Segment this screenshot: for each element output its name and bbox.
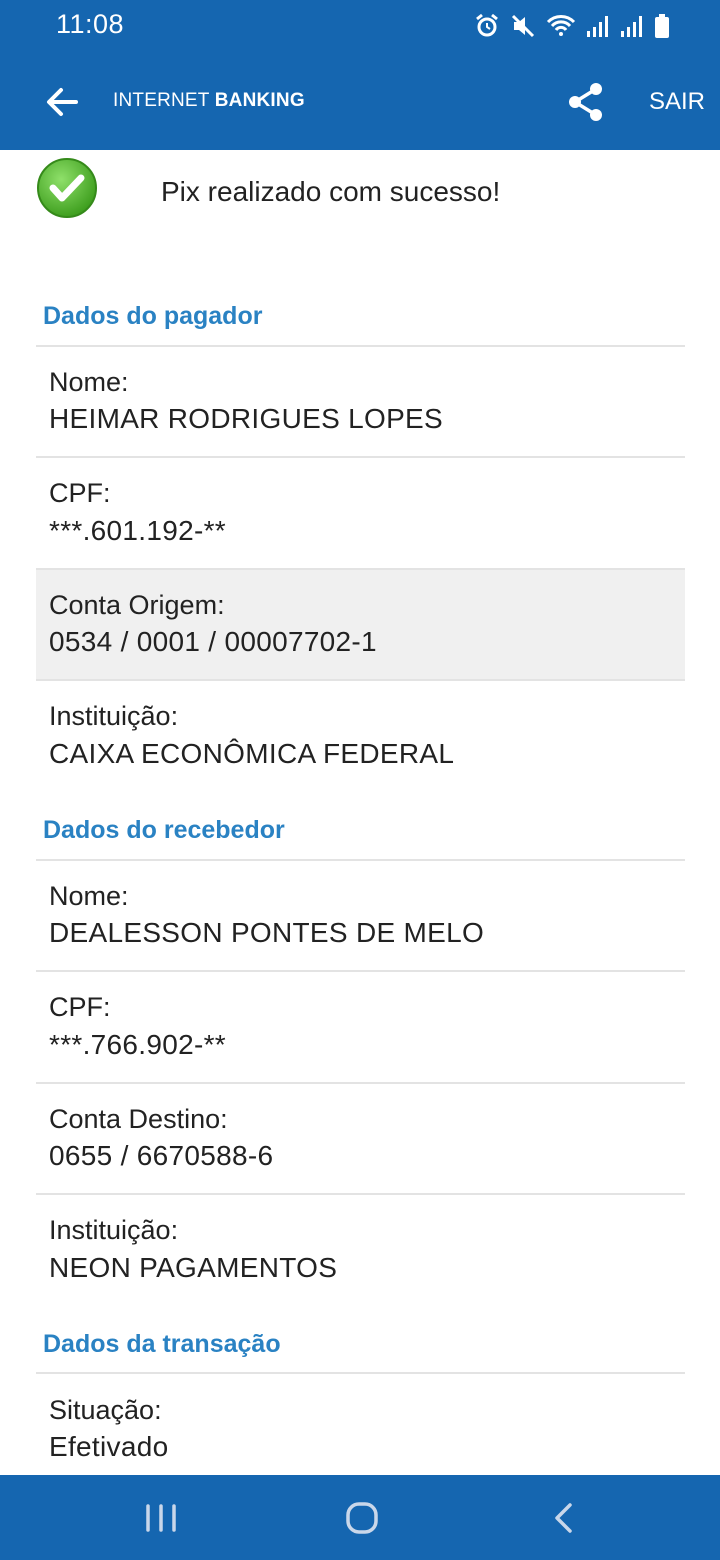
battery-icon	[654, 13, 670, 39]
payer-institution-value: CAIXA ECONÔMICA FEDERAL	[49, 738, 455, 769]
receiver-section-title: Dados do recebedor	[43, 816, 285, 844]
status-time: 11:08	[56, 9, 125, 39]
payer-institution-row: Instituição: CAIXA ECONÔMICA FEDERAL	[36, 681, 685, 791]
receiver-cpf-label: CPF:	[49, 992, 111, 1022]
receiver-institution-value: NEON PAGAMENTOS	[49, 1252, 338, 1283]
back-button[interactable]	[42, 82, 82, 122]
payer-cpf-label: CPF:	[49, 478, 111, 508]
receiver-cpf-value: ***.766.902-**	[49, 1029, 226, 1060]
app-bar: INTERNET BANKING SAIR	[0, 52, 720, 150]
receiver-cpf-row: CPF: ***.766.902-**	[36, 972, 685, 1082]
share-icon	[569, 83, 602, 121]
status-icons	[474, 12, 670, 40]
app-title-bold: BANKING	[214, 90, 305, 111]
home-button[interactable]	[337, 1495, 387, 1541]
success-message: Pix realizado com sucesso!	[161, 176, 501, 207]
receiver-name-row: Nome: DEALESSON PONTES DE MELO	[36, 861, 685, 970]
back-icon	[555, 1503, 572, 1533]
receipt-content[interactable]: Pix realizado com sucesso! Dados do paga…	[0, 150, 720, 1475]
transaction-status-label: Situação:	[49, 1395, 162, 1425]
transaction-status-value: Efetivado	[49, 1431, 169, 1462]
signal-icon	[620, 13, 644, 39]
check-circle-icon	[37, 158, 97, 218]
receiver-name-value: DEALESSON PONTES DE MELO	[49, 917, 485, 948]
success-banner: Pix realizado com sucesso!	[0, 150, 720, 250]
alarm-icon	[474, 13, 500, 39]
receiver-institution-row: Instituição: NEON PAGAMENTOS	[36, 1195, 685, 1305]
receiver-account-value: 0655 / 6670588-6	[49, 1140, 274, 1171]
payer-name-value: HEIMAR RODRIGUES LOPES	[49, 403, 444, 434]
mute-icon	[510, 13, 536, 39]
recent-apps-button[interactable]	[136, 1495, 186, 1541]
system-back-button[interactable]	[538, 1495, 588, 1541]
payer-section-title: Dados do pagador	[43, 302, 263, 330]
system-nav-bar	[0, 1475, 720, 1560]
receiver-account-label: Conta Destino:	[49, 1104, 228, 1134]
payer-account-value: 0534 / 0001 / 00007702-1	[49, 626, 377, 657]
payer-account-label: Conta Origem:	[49, 590, 225, 620]
app-title: INTERNET BANKING	[113, 90, 305, 112]
transaction-status-row: Situação: Efetivado	[36, 1374, 685, 1475]
status-bar: 11:08	[0, 0, 720, 52]
exit-button[interactable]: SAIR	[649, 88, 705, 116]
receiver-name-label: Nome:	[49, 881, 129, 911]
transaction-section-title: Dados da transação	[43, 1330, 281, 1358]
home-icon	[346, 1502, 378, 1534]
receiver-institution-label: Instituição:	[49, 1215, 179, 1245]
payer-name-label: Nome:	[49, 367, 129, 397]
wifi-icon	[546, 13, 576, 39]
recent-apps-icon	[146, 1504, 176, 1532]
app-title-light: INTERNET	[113, 90, 215, 111]
payer-institution-label: Instituição:	[49, 701, 179, 731]
receiver-account-row: Conta Destino: 0655 / 6670588-6	[36, 1084, 685, 1193]
share-button[interactable]	[566, 80, 606, 124]
payer-cpf-value: ***.601.192-**	[49, 515, 226, 546]
back-arrow-icon	[47, 88, 78, 116]
signal-icon	[586, 13, 610, 39]
payer-name-row: Nome: HEIMAR RODRIGUES LOPES	[36, 347, 685, 456]
payer-cpf-row: CPF: ***.601.192-**	[36, 458, 685, 568]
payer-account-row: Conta Origem: 0534 / 0001 / 00007702-1	[36, 570, 685, 679]
